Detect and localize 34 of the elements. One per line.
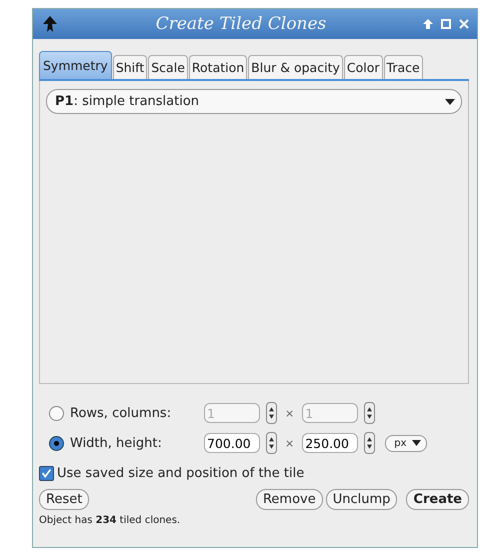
status-text: Object has 234 tiled clones. bbox=[39, 514, 182, 526]
tab[interactable]: Rotation bbox=[188, 55, 248, 79]
tab[interactable]: Shift bbox=[112, 55, 148, 79]
spin-button[interactable] bbox=[266, 432, 277, 454]
dialog-button[interactable]: Create bbox=[406, 489, 469, 510]
tab[interactable]: Trace bbox=[384, 55, 423, 79]
input-field[interactable]: 250.00 bbox=[302, 433, 358, 453]
dialog-button[interactable]: Remove bbox=[256, 489, 323, 510]
checkbox-label: Use saved size and position of the tile bbox=[57, 466, 304, 481]
up-arrow-icon[interactable] bbox=[423, 19, 433, 29]
input-field[interactable]: 700.00 bbox=[204, 433, 260, 453]
window-title: Create Tiled Clones bbox=[154, 14, 328, 34]
dialog-button[interactable]: Unclump bbox=[326, 489, 398, 510]
maximize-icon[interactable] bbox=[441, 19, 451, 29]
spin-button[interactable] bbox=[266, 402, 277, 424]
spin-button[interactable] bbox=[364, 432, 376, 454]
symmetry-dropdown[interactable]: P1: simple translation bbox=[46, 89, 462, 114]
tab[interactable]: Scale bbox=[148, 55, 188, 79]
close-icon[interactable] bbox=[459, 19, 469, 29]
tab[interactable]: Blur & opacity bbox=[248, 55, 343, 79]
reset-button[interactable]: Reset bbox=[39, 489, 90, 510]
option-label: Rows, columns: bbox=[70, 406, 172, 420]
radio-button[interactable] bbox=[49, 436, 64, 450]
dropdown-arrow-icon bbox=[445, 98, 455, 104]
tab[interactable]: Symmetry bbox=[39, 51, 112, 79]
checkbox[interactable] bbox=[39, 466, 54, 481]
app-icon bbox=[41, 15, 59, 33]
spin-button[interactable] bbox=[364, 402, 376, 424]
times-sign: × bbox=[284, 406, 296, 420]
tab[interactable]: Color bbox=[344, 55, 383, 79]
unit-dropdown[interactable]: px bbox=[385, 434, 428, 452]
option-label: Width, height: bbox=[70, 436, 163, 450]
times-sign: × bbox=[284, 436, 296, 450]
dropdown-arrow-icon bbox=[412, 440, 422, 446]
